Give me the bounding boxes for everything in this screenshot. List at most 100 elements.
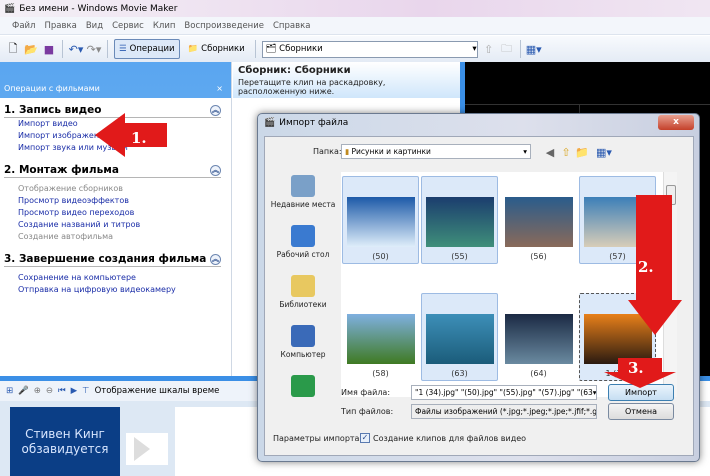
file-name: (58): [372, 369, 389, 378]
collections-label: Сборники: [201, 44, 245, 54]
folder-select[interactable]: ▮ Рисунки и картинки ▾: [341, 144, 531, 159]
file-name: (55): [451, 252, 468, 261]
place-icon: [291, 375, 315, 397]
filename-input[interactable]: "1 (34).jpg" "(50).jpg" "(55).jpg" "(57)…: [411, 385, 597, 400]
place-item[interactable]: Недавние места: [267, 175, 339, 209]
step3-arrow: 3.: [604, 358, 676, 388]
new-folder-icon[interactable]: 📁: [575, 145, 589, 159]
storyboard-clip[interactable]: Стивен Кинг обзавидуется: [10, 407, 120, 476]
separator: [254, 40, 256, 58]
back-icon[interactable]: ◀: [543, 145, 557, 159]
view-menu-icon[interactable]: ▦▾: [593, 145, 615, 159]
step2-label: 2.: [638, 258, 654, 276]
up-icon[interactable]: ⇧: [482, 42, 496, 56]
chevron-down-icon: ▾: [472, 44, 477, 54]
cancel-button[interactable]: Отмена: [608, 403, 674, 420]
filename-label: Имя файла:: [341, 388, 391, 397]
image-preview: [504, 197, 573, 247]
section-header[interactable]: 3. Завершение создания фильма ︽: [4, 253, 221, 267]
clip-title: Стивен Кинг обзавидуется: [21, 427, 109, 456]
step1-label: 1.: [131, 129, 147, 147]
section-edit-movie: 2. Монтаж фильма ︽ Отображение сборников Пр…: [0, 164, 231, 243]
file-thumbnail[interactable]: (50): [342, 176, 419, 264]
places-bar: Недавние места Рабочий стол Библиотеки Комп…: [267, 175, 339, 405]
task-link[interactable]: Просмотр видео переходов: [4, 207, 221, 219]
storyboard-icon[interactable]: ⊞: [6, 386, 13, 396]
place-label: Библиотеки: [279, 300, 327, 309]
collections-button[interactable]: 📁 Сборники: [184, 39, 249, 59]
file-thumbnail[interactable]: (63): [421, 293, 498, 381]
task-link[interactable]: Создание названий и титров: [4, 219, 221, 231]
filetype-select[interactable]: Файлы изображений (*.jpg;*.jpeg;*.jpe;*.…: [411, 404, 597, 419]
file-thumbnail[interactable]: (64): [500, 293, 577, 381]
collection-title: Сборник: Сборники: [238, 65, 351, 76]
collapse-icon[interactable]: ︽: [210, 253, 221, 265]
narrate-icon[interactable]: 🎤: [18, 386, 29, 396]
section-header[interactable]: 2. Монтаж фильма ︽: [4, 164, 221, 178]
menu-edit[interactable]: Правка: [44, 21, 76, 31]
place-icon: [291, 325, 315, 347]
image-preview: [504, 314, 573, 364]
panel-title: Операции с фильмами: [4, 84, 100, 93]
collapse-icon[interactable]: ︽: [210, 104, 221, 116]
close-button[interactable]: x: [658, 115, 694, 130]
transition-slot[interactable]: [126, 433, 168, 465]
step3-label: 3.: [628, 359, 644, 377]
dialog-title-bar: 🎬 Импорт файла: [264, 118, 348, 128]
file-thumbnail[interactable]: (56): [500, 176, 577, 264]
save-icon[interactable]: ■: [42, 42, 56, 56]
undo-icon[interactable]: ↶▾: [69, 42, 84, 56]
menu-bar: Файл Правка Вид Сервис Клип Воспроизведе…: [0, 17, 710, 35]
folder-icon: 📁: [187, 44, 199, 54]
create-clips-checkbox[interactable]: ✓: [360, 433, 370, 443]
task-link[interactable]: Сохранение на компьютере: [4, 272, 221, 284]
separator: [519, 40, 521, 58]
separator: [107, 40, 108, 58]
menu-tools[interactable]: Сервис: [112, 21, 144, 31]
file-name: (56): [530, 252, 547, 261]
image-preview: [346, 197, 415, 247]
play-icon[interactable]: ▶: [71, 386, 78, 396]
task-link[interactable]: Отображение сборников: [4, 183, 221, 195]
zoom-out-icon[interactable]: ⊖: [46, 386, 53, 396]
chevron-down-icon: ▾: [592, 388, 597, 397]
place-item[interactable]: Рабочий стол: [267, 225, 339, 259]
menu-help[interactable]: Справка: [273, 21, 310, 31]
menu-play[interactable]: Воспроизведение: [184, 21, 264, 31]
close-panel-button[interactable]: ×: [216, 84, 223, 93]
task-link[interactable]: Просмотр видеоэффектов: [4, 195, 221, 207]
file-thumbnail[interactable]: (55): [421, 176, 498, 264]
operations-button[interactable]: ☰ Операции: [114, 39, 180, 59]
place-label: Рабочий стол: [276, 250, 330, 259]
collapse-icon[interactable]: ︽: [210, 164, 221, 176]
step1-arrow: 1.: [95, 113, 167, 157]
redo-icon[interactable]: ↷▾: [87, 42, 102, 56]
place-item[interactable]: [267, 375, 339, 397]
task-link[interactable]: Создание автофильма: [4, 231, 221, 243]
list-icon: ☰: [119, 44, 127, 54]
menu-clip[interactable]: Клип: [153, 21, 176, 31]
new-collection-icon[interactable]: 🗀: [500, 42, 514, 56]
collection-select[interactable]: 🗂 Сборники ▾: [261, 40, 478, 58]
new-icon[interactable]: 🗋: [6, 42, 20, 56]
place-item[interactable]: Компьютер: [267, 325, 339, 359]
show-timeline-button[interactable]: Отображение шкалы време: [95, 386, 220, 396]
section-title: 1. Запись видео: [4, 104, 102, 116]
chevron-down-icon: ▾: [523, 147, 527, 156]
menu-file[interactable]: Файл: [12, 21, 35, 31]
folder-icon: ▮: [345, 147, 350, 156]
image-preview: [425, 197, 494, 247]
menu-view[interactable]: Вид: [86, 21, 103, 31]
up-folder-icon[interactable]: ⇧: [559, 145, 573, 159]
open-icon[interactable]: 📂: [24, 42, 38, 56]
file-thumbnail[interactable]: (58): [342, 293, 419, 381]
views-icon[interactable]: ▦▾: [526, 42, 542, 56]
file-name: (50): [372, 252, 389, 261]
collection-hint: Перетащите клип на раскадровку, располож…: [238, 78, 386, 96]
section-finish-movie: 3. Завершение создания фильма ︽ Сохранение…: [0, 253, 231, 296]
rewind-icon[interactable]: ⏮: [58, 386, 66, 396]
task-link[interactable]: Отправка на цифровую видеокамеру: [4, 284, 221, 296]
storyboard-toolbar: ⊞ 🎤 ⊕ ⊖ ⏮ ▶ ⊤ Отображение шкалы време: [0, 381, 260, 401]
place-item[interactable]: Библиотеки: [267, 275, 339, 309]
zoom-in-icon[interactable]: ⊕: [34, 386, 41, 396]
